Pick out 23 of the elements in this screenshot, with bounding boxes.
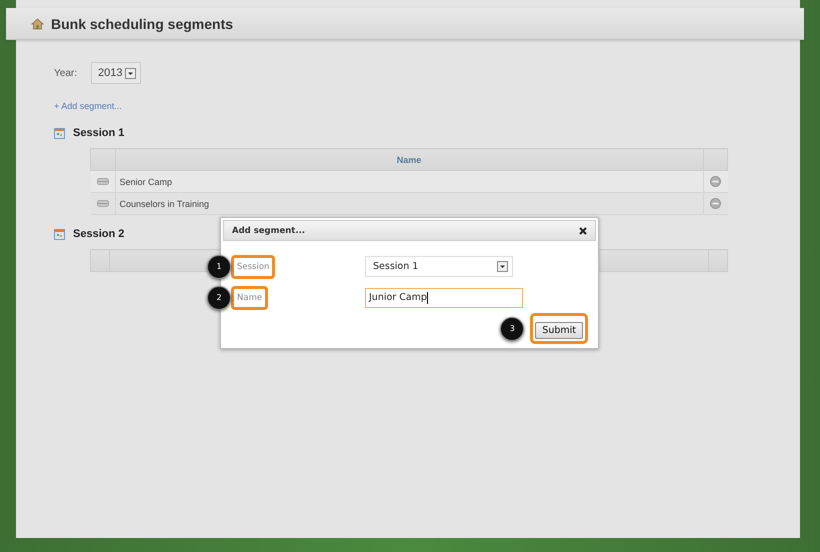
table-cell: Counselors in Training — [120, 198, 210, 208]
close-icon[interactable] — [579, 226, 587, 234]
year-label: Year: — [54, 68, 77, 78]
name-input-field[interactable]: Junior Camp — [365, 288, 523, 308]
session-title: Session 1 — [73, 127, 124, 139]
page-title: Bunk scheduling segments — [51, 16, 234, 32]
column-header: Name — [396, 154, 422, 164]
session-title: Session 2 — [73, 228, 124, 240]
year-select[interactable]: 2013 — [90, 62, 142, 84]
drag-handle-icon[interactable] — [96, 178, 108, 185]
dialog-title: Add segment... — [232, 226, 306, 236]
field-label: Session — [231, 255, 276, 279]
remove-icon[interactable] — [710, 198, 721, 209]
calendar-icon — [54, 228, 65, 240]
session-select[interactable]: Session 1 — [365, 256, 513, 277]
drag-handle-icon[interactable] — [96, 200, 108, 207]
step-number-badge: 3 — [500, 316, 524, 340]
table-cell: Senior Camp — [120, 176, 172, 186]
field-label: Name — [231, 286, 268, 310]
remove-icon[interactable] — [710, 176, 721, 187]
calendar-icon — [54, 128, 65, 138]
home-icon — [31, 18, 44, 30]
submit-button[interactable]: Submit — [535, 322, 583, 339]
